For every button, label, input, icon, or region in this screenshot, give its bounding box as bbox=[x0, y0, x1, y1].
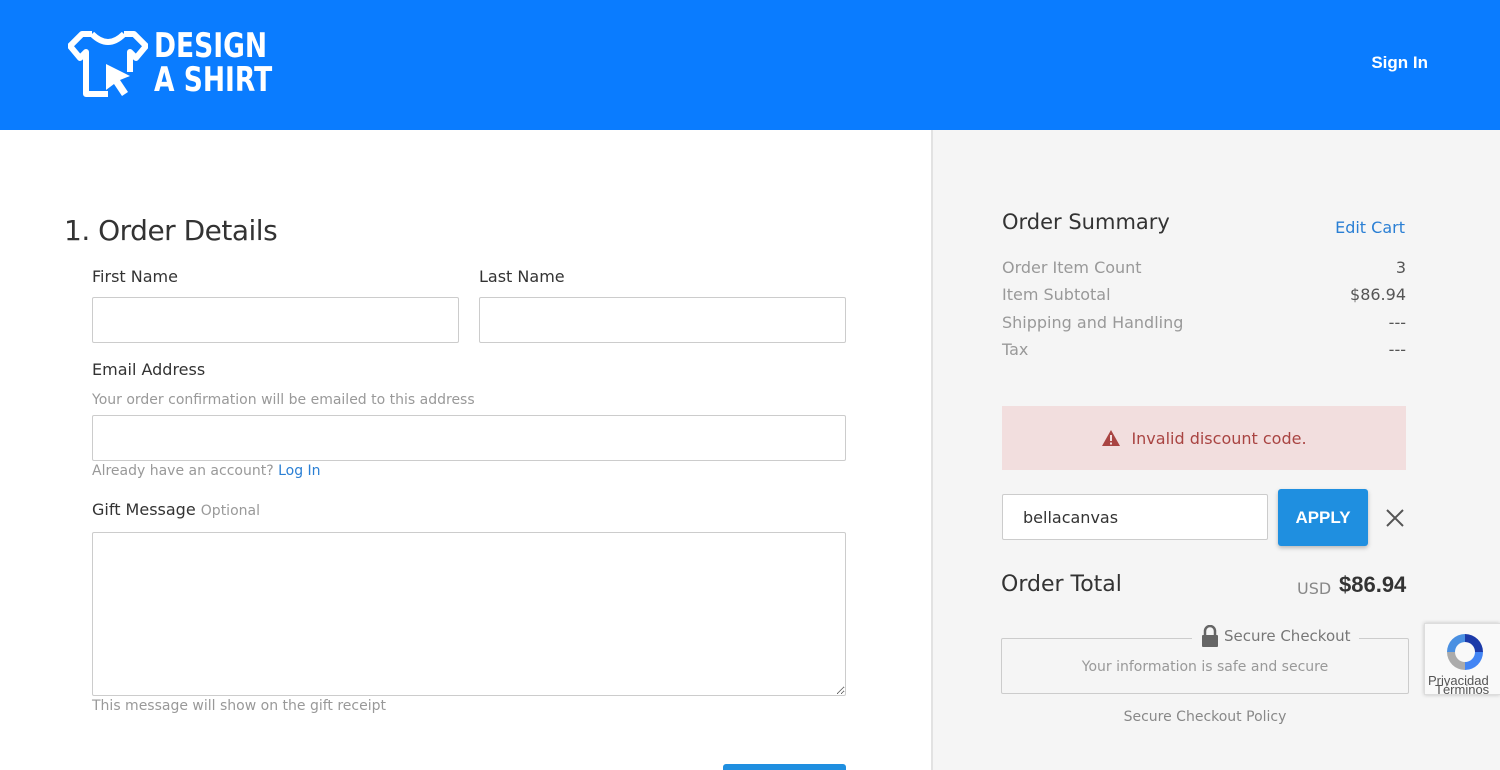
logo-line-2: A SHIRT bbox=[154, 60, 273, 100]
gift-message-label-text: Gift Message bbox=[92, 500, 196, 519]
summary-row: Shipping and Handling --- bbox=[1002, 313, 1406, 332]
recaptcha-icon bbox=[1447, 634, 1483, 670]
login-link[interactable]: Log In bbox=[278, 463, 320, 479]
summary-row-label: Item Subtotal bbox=[1002, 285, 1111, 304]
continue-button[interactable] bbox=[723, 764, 846, 770]
secure-checkout-subtitle: Your information is safe and secure bbox=[1081, 659, 1329, 675]
order-summary-title: Order Summary bbox=[1002, 210, 1170, 234]
last-name-input[interactable] bbox=[479, 297, 846, 343]
secure-checkout-policy-link[interactable]: Secure Checkout Policy bbox=[1001, 709, 1409, 725]
gift-message-label: Gift Message Optional bbox=[92, 500, 260, 519]
summary-row-value: 3 bbox=[1395, 258, 1406, 277]
summary-row: Order Item Count 3 bbox=[1002, 258, 1406, 277]
site-header: DESIGN A SHIRT Sign In bbox=[0, 0, 1500, 130]
order-total-label: Order Total bbox=[1001, 572, 1122, 597]
account-prompt: Already have an account? Log In bbox=[92, 463, 321, 479]
last-name-label: Last Name bbox=[479, 267, 565, 286]
logo-text: DESIGN A SHIRT bbox=[154, 29, 272, 97]
close-icon[interactable] bbox=[1384, 507, 1406, 529]
gift-message-hint: This message will show on the gift recei… bbox=[92, 698, 386, 714]
secure-checkout-box: Secure Checkout Your information is safe… bbox=[1001, 625, 1409, 694]
sign-in-link[interactable]: Sign In bbox=[1371, 53, 1428, 73]
summary-row: Tax --- bbox=[1002, 340, 1406, 359]
alert-text: Invalid discount code. bbox=[1131, 428, 1307, 448]
discount-error-alert: Invalid discount code. bbox=[1002, 406, 1406, 470]
logo[interactable]: DESIGN A SHIRT bbox=[68, 28, 306, 98]
order-details-title: 1. Order Details bbox=[64, 214, 278, 247]
recaptcha-badge[interactable]: Privacidad Términos bbox=[1424, 623, 1500, 695]
summary-row-label: Tax bbox=[1002, 340, 1029, 359]
gift-message-textarea[interactable] bbox=[92, 532, 846, 696]
warning-icon bbox=[1101, 429, 1121, 447]
account-prompt-text: Already have an account? bbox=[92, 463, 274, 479]
first-name-label: First Name bbox=[92, 267, 178, 286]
summary-row-value: --- bbox=[1388, 313, 1406, 332]
shirt-cursor-icon bbox=[68, 31, 148, 97]
order-summary-panel: Order Summary Edit Cart Order Item Count… bbox=[931, 130, 1500, 770]
summary-row-value: $86.94 bbox=[1350, 285, 1406, 304]
optional-tag: Optional bbox=[200, 503, 260, 519]
summary-row-value: --- bbox=[1388, 340, 1406, 359]
discount-code-input[interactable] bbox=[1002, 494, 1268, 540]
secure-checkout-title: Secure Checkout bbox=[1224, 627, 1351, 645]
lock-icon bbox=[1200, 625, 1220, 647]
first-name-input[interactable] bbox=[92, 297, 459, 343]
currency-label: USD bbox=[1297, 579, 1332, 598]
apply-button[interactable]: APPLY bbox=[1278, 489, 1368, 546]
summary-row-label: Shipping and Handling bbox=[1002, 313, 1184, 332]
edit-cart-link[interactable]: Edit Cart bbox=[1335, 218, 1405, 237]
email-label: Email Address bbox=[92, 360, 206, 379]
recaptcha-terms-link[interactable]: Términos bbox=[1435, 682, 1489, 694]
secure-checkout-heading: Secure Checkout bbox=[1192, 625, 1359, 647]
order-details-panel: 1. Order Details First Name Last Name Em… bbox=[0, 130, 931, 770]
email-input[interactable] bbox=[92, 415, 846, 461]
summary-row-label: Order Item Count bbox=[1002, 258, 1142, 277]
summary-row: Item Subtotal $86.94 bbox=[1002, 285, 1406, 304]
logo-line-1: DESIGN bbox=[154, 26, 268, 66]
order-total-value: $86.94 bbox=[1339, 572, 1407, 597]
email-hint: Your order confirmation will be emailed … bbox=[92, 392, 475, 408]
